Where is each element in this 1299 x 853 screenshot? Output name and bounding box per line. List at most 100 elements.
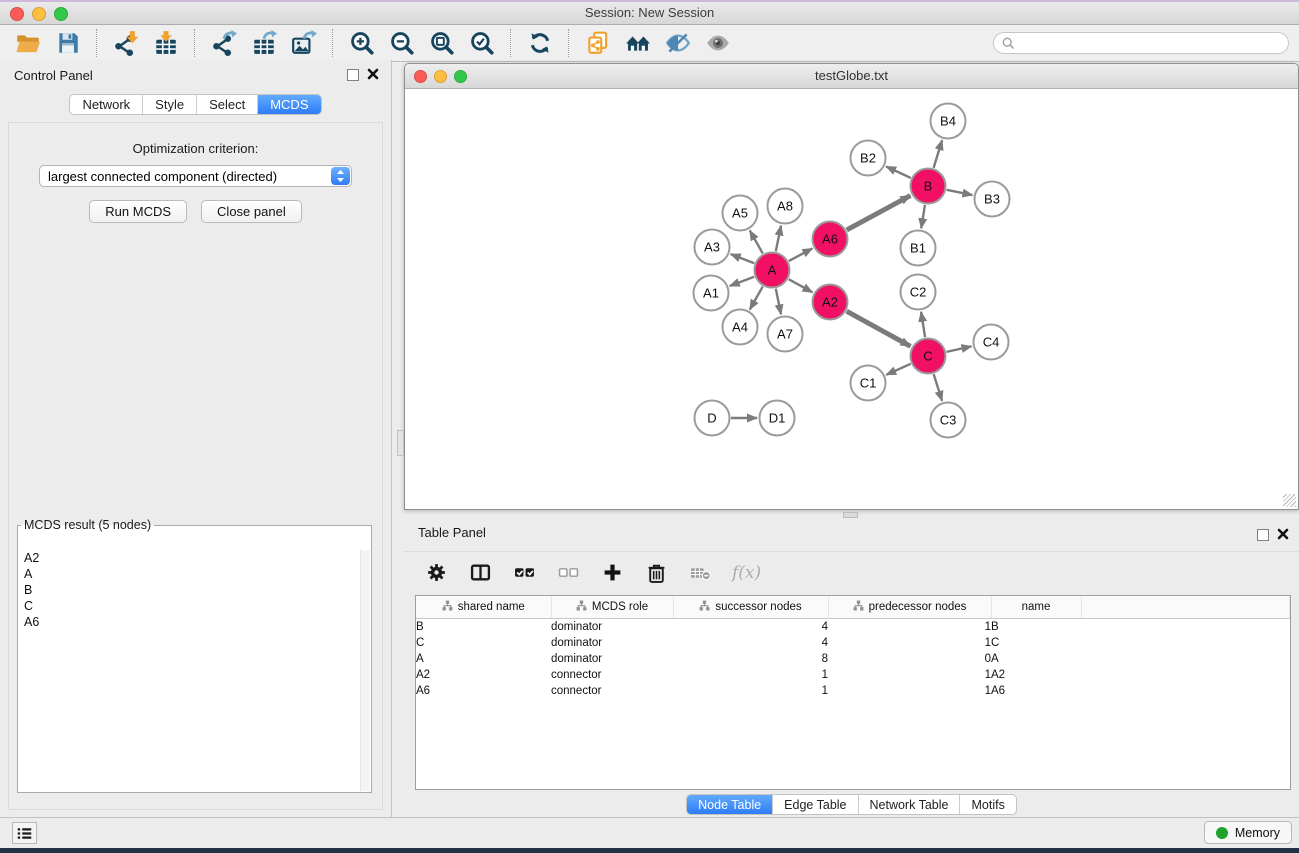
- node-B3[interactable]: B3: [975, 182, 1010, 217]
- node-A3[interactable]: A3: [695, 230, 730, 265]
- cell[interactable]: 1: [828, 683, 991, 699]
- tab-edge-table[interactable]: Edge Table: [772, 795, 857, 814]
- cell[interactable]: 4: [673, 635, 828, 651]
- cell[interactable]: dominator: [551, 635, 673, 651]
- delete-column-button[interactable]: [644, 561, 668, 585]
- tab-style[interactable]: Style: [142, 95, 196, 114]
- show-graphics-details-button[interactable]: [700, 28, 736, 59]
- cell[interactable]: B: [991, 619, 1081, 636]
- export-image-button[interactable]: [286, 28, 322, 59]
- memory-button[interactable]: Memory: [1204, 821, 1292, 844]
- cell[interactable]: 1: [828, 635, 991, 651]
- cell[interactable]: 8: [673, 651, 828, 667]
- table-row[interactable]: Bdominator41B: [416, 619, 1290, 636]
- cell[interactable]: A: [991, 651, 1081, 667]
- table-row[interactable]: Adominator80A: [416, 651, 1290, 667]
- run-mcds-button[interactable]: Run MCDS: [89, 200, 187, 223]
- select-all-button[interactable]: [512, 561, 536, 585]
- close-window-icon[interactable]: [10, 7, 24, 21]
- close-network-window-icon[interactable]: [414, 70, 427, 83]
- node-C3[interactable]: C3: [931, 403, 966, 438]
- edge-A6-B[interactable]: [847, 196, 911, 230]
- delete-table-button[interactable]: [688, 561, 712, 585]
- float-table-panel-icon[interactable]: [1257, 529, 1269, 541]
- result-node-item[interactable]: A: [19, 566, 370, 582]
- task-history-button[interactable]: [12, 822, 37, 844]
- edge-A-A5[interactable]: [750, 230, 763, 253]
- node-B4[interactable]: B4: [931, 104, 966, 139]
- zoom-fit-button[interactable]: [424, 28, 460, 59]
- node-D[interactable]: D: [695, 401, 730, 436]
- zoom-selected-button[interactable]: [464, 28, 500, 59]
- minimize-window-icon[interactable]: [32, 7, 46, 21]
- save-session-button[interactable]: [50, 28, 86, 59]
- cell[interactable]: A2: [991, 667, 1081, 683]
- edge-C-C1[interactable]: [886, 364, 910, 375]
- function-builder-button[interactable]: f(x): [732, 563, 761, 583]
- tab-node-table[interactable]: Node Table: [687, 795, 772, 814]
- result-node-item[interactable]: C: [19, 598, 370, 614]
- edge-A-A3[interactable]: [731, 254, 755, 263]
- node-A1[interactable]: A1: [694, 276, 729, 311]
- import-network-button[interactable]: [108, 28, 144, 59]
- search-input[interactable]: [1020, 35, 1280, 51]
- edge-C-C2[interactable]: [921, 312, 925, 337]
- float-panel-icon[interactable]: [347, 69, 359, 81]
- cell[interactable]: A2: [416, 667, 551, 683]
- minimize-network-window-icon[interactable]: [434, 70, 447, 83]
- cell[interactable]: 1: [828, 619, 991, 636]
- add-column-button[interactable]: [600, 561, 624, 585]
- close-panel-button[interactable]: Close panel: [201, 200, 302, 223]
- node-A2[interactable]: A2: [813, 285, 848, 320]
- node-B2[interactable]: B2: [851, 141, 886, 176]
- cell[interactable]: connector: [551, 667, 673, 683]
- cell[interactable]: B: [416, 619, 551, 636]
- node-A4[interactable]: A4: [723, 310, 758, 345]
- column-header-shared-name[interactable]: shared name: [416, 596, 551, 619]
- search-box[interactable]: [993, 32, 1289, 54]
- node-table[interactable]: shared nameMCDS rolesuccessor nodesprede…: [415, 595, 1291, 790]
- mcds-result-list[interactable]: A2ABCA6: [19, 550, 370, 791]
- cell[interactable]: 1: [673, 683, 828, 699]
- attribute-settings-button[interactable]: [424, 561, 448, 585]
- show-all-levels-button[interactable]: [620, 28, 656, 59]
- node-C1[interactable]: C1: [851, 366, 886, 401]
- apply-layout-button[interactable]: [522, 28, 558, 59]
- zoom-out-button[interactable]: [384, 28, 420, 59]
- edge-B-B3[interactable]: [947, 190, 973, 195]
- cell[interactable]: connector: [551, 683, 673, 699]
- zoom-network-window-icon[interactable]: [454, 70, 467, 83]
- export-network-button[interactable]: [206, 28, 242, 59]
- tab-mcds[interactable]: MCDS: [257, 95, 320, 114]
- column-header-MCDS-role[interactable]: MCDS role: [551, 596, 673, 619]
- edge-B-B1[interactable]: [921, 205, 925, 228]
- cell[interactable]: A6: [991, 683, 1081, 699]
- result-scrollbar[interactable]: [360, 550, 370, 791]
- network-canvas[interactable]: AA1A2A3A4A5A6A7A8BB1B2B3B4CC1C2C3C4DD1: [405, 89, 1298, 509]
- edge-C-C3[interactable]: [934, 374, 942, 401]
- result-node-item[interactable]: A2: [19, 550, 370, 566]
- horizontal-divider-handle[interactable]: [843, 512, 858, 518]
- edge-A-A2[interactable]: [789, 279, 813, 292]
- import-table-button[interactable]: [148, 28, 184, 59]
- vertical-divider-handle[interactable]: [397, 430, 404, 456]
- table-row[interactable]: Cdominator41C: [416, 635, 1290, 651]
- open-file-button[interactable]: [10, 28, 46, 59]
- cell[interactable]: 1: [828, 667, 991, 683]
- cell[interactable]: 4: [673, 619, 828, 636]
- edge-A2-C[interactable]: [847, 311, 911, 346]
- window-resize-grip[interactable]: [1283, 494, 1296, 507]
- node-A[interactable]: A: [755, 253, 790, 288]
- column-header-successor-nodes[interactable]: successor nodes: [673, 596, 828, 619]
- tab-motifs[interactable]: Motifs: [959, 795, 1015, 814]
- cell[interactable]: C: [991, 635, 1081, 651]
- split-panel-button[interactable]: [468, 561, 492, 585]
- node-A8[interactable]: A8: [768, 189, 803, 224]
- result-node-item[interactable]: B: [19, 582, 370, 598]
- edge-A-A1[interactable]: [730, 277, 755, 286]
- optimization-criterion-select[interactable]: largest connected component (directed): [39, 165, 352, 187]
- close-table-panel-icon[interactable]: [1277, 528, 1289, 540]
- node-C2[interactable]: C2: [901, 275, 936, 310]
- column-header-predecessor-nodes[interactable]: predecessor nodes: [828, 596, 991, 619]
- cell[interactable]: 1: [673, 667, 828, 683]
